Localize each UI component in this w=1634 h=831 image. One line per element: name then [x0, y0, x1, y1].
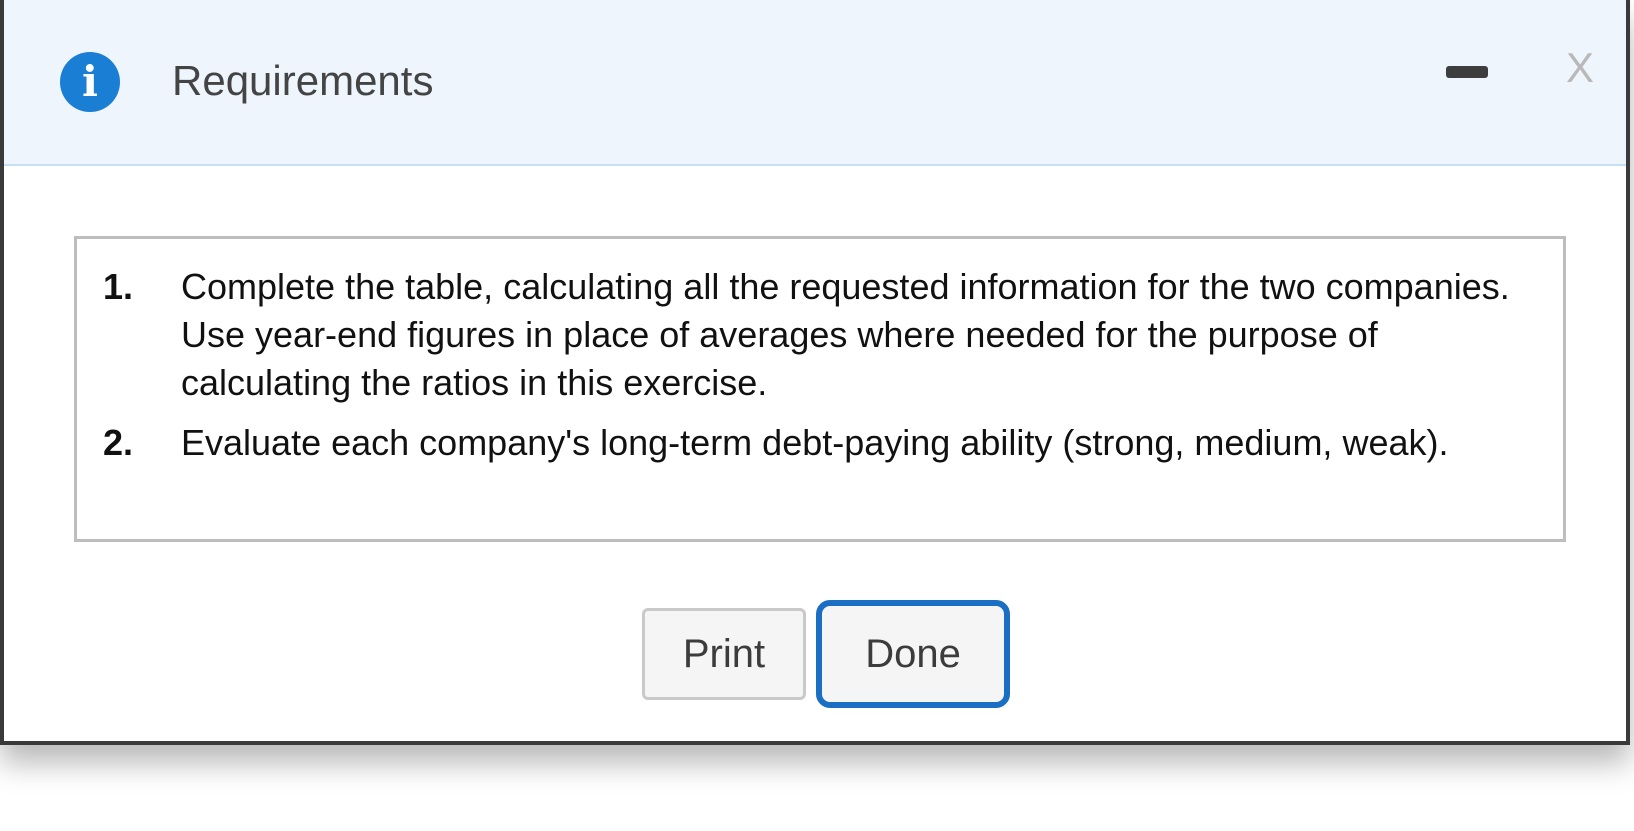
dialog-title: Requirements — [172, 57, 434, 104]
requirement-number: 2. — [103, 422, 134, 463]
close-icon: X — [1565, 44, 1594, 91]
requirements-box: 1. Complete the table, calculating all t… — [74, 236, 1566, 542]
done-button[interactable]: Done — [816, 600, 1010, 708]
info-icon: i — [60, 52, 120, 112]
close-button[interactable]: X — [1552, 42, 1608, 94]
requirement-text: Evaluate each company's long-term debt-p… — [181, 422, 1449, 463]
minimize-button[interactable] — [1436, 50, 1496, 94]
requirement-text: Complete the table, calculating all the … — [181, 266, 1510, 403]
print-button[interactable]: Print — [642, 608, 806, 700]
requirement-number: 1. — [103, 266, 134, 307]
minimize-icon — [1446, 66, 1488, 78]
requirements-dialog: i Requirements X 1. Complete the table, … — [0, 0, 1630, 745]
dialog-header: i Requirements X — [4, 0, 1626, 166]
